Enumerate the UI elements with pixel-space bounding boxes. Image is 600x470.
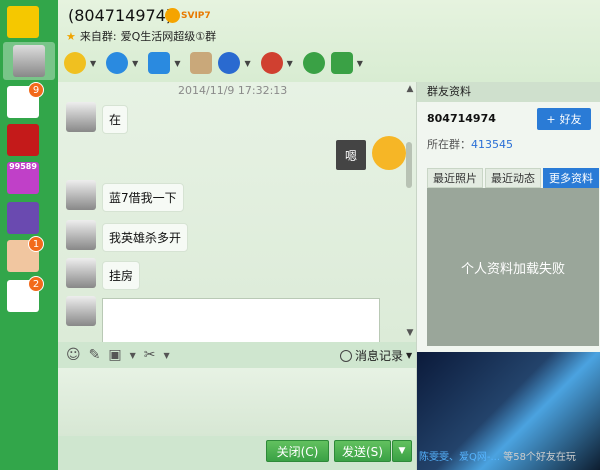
- remote-icon: [218, 52, 241, 74]
- chevron-up-icon[interactable]: ▲: [404, 84, 416, 94]
- message-bubble: 蓝7借我一下: [102, 183, 184, 212]
- remove-user-icon: [260, 52, 283, 74]
- history-label: 消息记录: [355, 349, 404, 363]
- add-user-button[interactable]: [302, 52, 325, 74]
- qq-game-icon[interactable]: [7, 6, 39, 38]
- close-button[interactable]: 关闭(C): [266, 440, 329, 462]
- chat-toolbar: ▼ ▼ ▼ ▼ ▼ ▼: [64, 50, 373, 76]
- avatar-label: 99589: [9, 162, 37, 171]
- edit-icon[interactable]: ✎: [89, 347, 101, 363]
- friends-count-text: 等58个好友在玩: [503, 452, 576, 463]
- chevron-down-icon[interactable]: ▼: [287, 59, 293, 68]
- video-button[interactable]: ▼: [106, 52, 142, 74]
- chat-area[interactable]: 2014/11/9 17:32:13 在 嗯 蓝7借我一下 我英雄杀多开 挂房 …: [58, 82, 416, 342]
- chevron-down-icon[interactable]: ▼: [357, 59, 363, 68]
- avatar: [13, 45, 45, 77]
- chevron-down-icon[interactable]: ▼: [90, 59, 96, 68]
- friends-link[interactable]: 陈雯雯、爱Q网-...: [419, 452, 500, 463]
- avatar[interactable]: [66, 102, 96, 132]
- message-icon: [330, 52, 353, 74]
- member-group: 所在群：413545: [427, 136, 513, 152]
- unread-badge: 2: [28, 276, 44, 292]
- send-button[interactable]: 发送(S): [334, 440, 391, 462]
- screenshot-image[interactable]: [102, 298, 380, 342]
- scissors-icon[interactable]: ✂: [144, 347, 156, 363]
- avatar[interactable]: [66, 180, 96, 210]
- group-number[interactable]: 413545: [471, 138, 513, 151]
- self-avatar[interactable]: [372, 136, 406, 170]
- penguin-icon: [165, 8, 180, 23]
- avatar[interactable]: 99589: [7, 162, 39, 194]
- history-button[interactable]: 消息记录 ▼: [340, 347, 412, 364]
- avatar[interactable]: [7, 202, 39, 234]
- add-user-icon: [302, 52, 325, 74]
- from-group-name[interactable]: 爱Q生活网超级①群: [121, 28, 217, 44]
- load-fail-message: 个人资料加载失败: [427, 188, 599, 346]
- remote-assist-button[interactable]: ▼: [218, 52, 254, 74]
- contact-title: (804714974): [68, 6, 173, 25]
- chevron-down-icon[interactable]: ▼: [130, 351, 136, 360]
- scroll-thumb[interactable]: [406, 142, 412, 188]
- panel-title: 群友资料: [417, 82, 600, 102]
- chevron-down-icon[interactable]: ▼: [174, 59, 180, 68]
- chat-message: 在: [66, 102, 129, 134]
- plus-icon: +: [546, 112, 556, 126]
- member-qq: 804714974: [427, 112, 496, 125]
- star-icon: ★: [66, 29, 76, 43]
- svip-label: SVIP7: [181, 10, 211, 21]
- add-friend-button[interactable]: + 好友: [537, 108, 591, 130]
- chat-scrollbar[interactable]: ▲ ▼: [404, 82, 416, 342]
- message-button[interactable]: ▼: [330, 52, 367, 74]
- file-transfer-icon: [148, 52, 171, 74]
- tab-recent-activity[interactable]: 最近动态: [485, 168, 541, 188]
- message-bubble: 我英雄杀多开: [102, 223, 189, 252]
- microphone-icon: [64, 52, 86, 74]
- message-bubble: 挂房: [102, 261, 141, 290]
- unread-badge: 9: [28, 82, 44, 98]
- screen-share-button[interactable]: [190, 52, 213, 74]
- file-button[interactable]: ▼: [148, 52, 184, 74]
- chat-message: 挂房: [66, 258, 141, 290]
- clock-icon: [340, 349, 352, 362]
- camera-icon: [106, 52, 129, 74]
- image-icon[interactable]: ▣: [108, 347, 121, 363]
- block-user-button[interactable]: ▼: [260, 52, 297, 74]
- session-selected[interactable]: [3, 42, 55, 80]
- profile-tabs: 最近照片 最近动态 更多资料: [427, 168, 599, 188]
- chevron-down-icon[interactable]: ▼: [163, 351, 169, 360]
- chevron-down-icon[interactable]: ▼: [404, 328, 416, 338]
- avatar[interactable]: [66, 296, 96, 326]
- unread-badge: 1: [28, 236, 44, 252]
- session-sidebar: 9 99589 1 2: [0, 0, 58, 470]
- chevron-down-icon[interactable]: ▼: [244, 59, 250, 68]
- chat-header: (804714974) SVIP7 ★ 来自群: 爱Q生活网超级①群 ▼ ▼ ▼…: [58, 0, 600, 82]
- screen-icon: [190, 52, 213, 74]
- chat-message: [66, 296, 96, 326]
- message-bubble: 在: [102, 105, 129, 134]
- send-options-button[interactable]: ▼: [392, 440, 412, 462]
- from-group: ★ 来自群: 爱Q生活网超级①群: [66, 28, 216, 44]
- message-timestamp: 2014/11/9 17:32:13: [178, 84, 288, 97]
- game-ad-caption: 陈雯雯、爱Q网-... 等58个好友在玩: [419, 448, 599, 463]
- avatar[interactable]: [66, 258, 96, 288]
- chevron-down-icon[interactable]: ▼: [406, 351, 412, 360]
- chevron-down-icon[interactable]: ▼: [132, 59, 138, 68]
- from-label: 来自群:: [79, 30, 117, 43]
- svip-badge: SVIP7: [165, 7, 211, 24]
- avatar[interactable]: [66, 220, 96, 250]
- avatar[interactable]: [7, 124, 39, 156]
- tab-recent-photos[interactable]: 最近照片: [427, 168, 483, 188]
- self-message-bubble: 嗯: [336, 140, 366, 170]
- chat-message: 蓝7借我一下: [66, 180, 184, 212]
- emoji-icon[interactable]: ☺: [66, 347, 81, 363]
- voice-button[interactable]: ▼: [64, 52, 100, 74]
- member-info-panel: 群友资料 804714974 + 好友 所在群：413545 最近照片 最近动态…: [416, 82, 600, 470]
- group-label: 所在群：: [427, 138, 471, 151]
- chat-message: 我英雄杀多开: [66, 220, 189, 252]
- tab-more-info[interactable]: 更多资料: [543, 168, 599, 188]
- add-friend-label: 好友: [559, 113, 582, 126]
- message-input[interactable]: [58, 368, 416, 436]
